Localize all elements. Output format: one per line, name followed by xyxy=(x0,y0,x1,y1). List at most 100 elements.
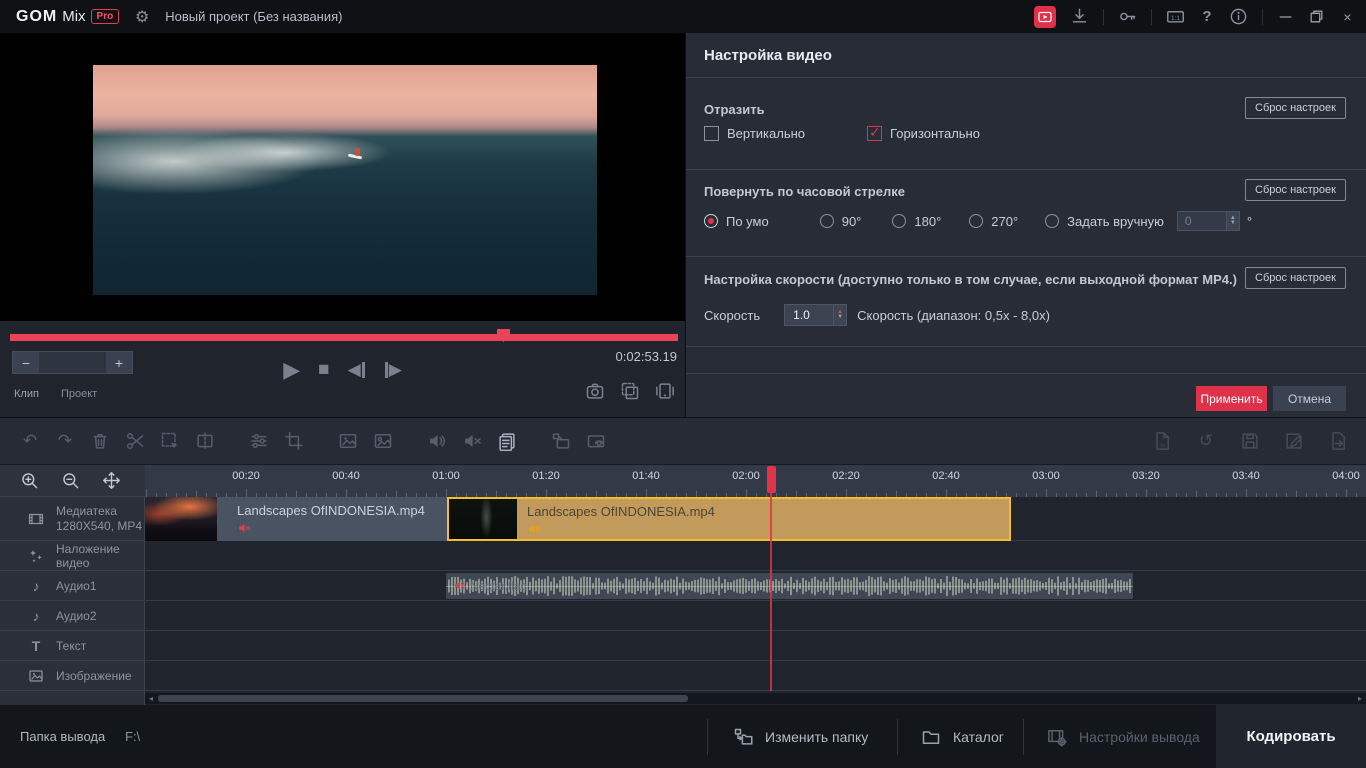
rotate-reset-button[interactable]: Сброс настроек xyxy=(1245,179,1346,201)
close-icon[interactable]: × xyxy=(1339,8,1356,25)
rotate-90-radio[interactable] xyxy=(820,214,834,228)
video-frame xyxy=(93,33,597,313)
preview-tools xyxy=(585,381,675,401)
info-icon[interactable] xyxy=(1229,7,1248,26)
next-frame-button[interactable]: ▶ xyxy=(384,360,402,380)
rotate-180-radio[interactable] xyxy=(892,214,906,228)
volume-mute-icon[interactable] xyxy=(462,431,482,451)
rotate-manual-radio[interactable] xyxy=(1045,214,1059,228)
scroll-left-arrow[interactable]: ◂ xyxy=(145,693,157,704)
seek-bar[interactable] xyxy=(10,329,678,343)
encode-button[interactable]: Кодировать xyxy=(1216,705,1366,768)
cancel-button[interactable]: Отмена xyxy=(1273,386,1346,411)
vertical-checkbox[interactable] xyxy=(704,126,719,141)
camera-snapshot-icon[interactable] xyxy=(585,381,605,401)
preview-controls: − + Клип Проект ▶ ■ ◀ ▶ 0:02:53.19 xyxy=(0,321,685,417)
prev-frame-button[interactable]: ◀ xyxy=(348,360,366,380)
flip-horizontal-option[interactable]: Горизонтально xyxy=(867,126,980,141)
zoom-out-icon[interactable] xyxy=(61,471,80,490)
speed-section-title: Настройка скорости (доступно только в то… xyxy=(704,272,1237,287)
save-icon[interactable] xyxy=(1240,431,1260,451)
track-header-overlay[interactable]: Наложение видео xyxy=(0,541,145,571)
split-clip-icon[interactable] xyxy=(195,431,215,451)
track-image-label: Изображение xyxy=(56,669,132,683)
change-folder-button[interactable]: Изменить папку xyxy=(733,705,868,768)
pip-view-icon[interactable] xyxy=(586,431,606,451)
rotate-manual-value[interactable]: 0 xyxy=(1177,211,1227,231)
playhead-handle[interactable] xyxy=(767,466,776,493)
device-preview-icon[interactable] xyxy=(655,381,675,401)
ratio-1-1-icon[interactable]: 1:1 xyxy=(1166,7,1185,26)
rotate-manual-label: Задать вручную xyxy=(1067,214,1164,229)
export-icon[interactable] xyxy=(1328,431,1348,451)
horizontal-scrollbar[interactable]: ◂ ▸ xyxy=(145,693,1366,704)
audio-clip[interactable]: Nectar,flac xyxy=(446,573,1133,599)
pip-add-icon[interactable] xyxy=(551,431,571,451)
stop-button[interactable]: ■ xyxy=(318,359,329,381)
video-clip-2-selected[interactable]: Landscapes OfINDONESIA.mp4 xyxy=(447,497,1011,541)
select-area-icon[interactable] xyxy=(160,431,180,451)
track-header-audio2[interactable]: ♪ Аудио2 xyxy=(0,601,145,631)
scrollbar-thumb[interactable] xyxy=(158,695,688,702)
clipboard-icon[interactable] xyxy=(497,431,517,451)
rotate-90-label: 90° xyxy=(842,214,862,229)
save-as-icon[interactable] xyxy=(1284,431,1304,451)
speed-value-input[interactable]: 1.0 xyxy=(784,304,834,326)
speed-spinner-arrows[interactable]: ▲▼ xyxy=(834,304,847,326)
catalog-button[interactable]: Каталог xyxy=(921,705,1004,768)
redo-icon[interactable]: ↷ xyxy=(55,431,75,451)
settings-actions: Применить Отмена xyxy=(1196,386,1346,411)
video-preview[interactable] xyxy=(0,33,685,321)
flip-vertical-option[interactable]: Вертикально xyxy=(704,126,805,141)
filter-icon[interactable] xyxy=(249,431,269,451)
muted-speaker-icon[interactable] xyxy=(237,521,251,535)
track-header-image[interactable]: Изображение xyxy=(0,661,145,691)
track-overlay-label: Наложение видео xyxy=(56,542,145,570)
undo-icon[interactable]: ↶ xyxy=(20,431,40,451)
speaker-icon[interactable] xyxy=(527,522,541,536)
crop-icon[interactable] xyxy=(284,431,304,451)
track-header-text[interactable]: T Текст xyxy=(0,631,145,661)
trash-icon[interactable] xyxy=(90,431,110,451)
rotate-270-radio[interactable] xyxy=(969,214,983,228)
compare-frames-icon[interactable] xyxy=(620,381,640,401)
track-header-media[interactable]: Медиатека 1280X540, MP4 xyxy=(0,497,145,541)
volume-icon[interactable] xyxy=(427,431,447,451)
apply-button[interactable]: Применить xyxy=(1196,386,1267,411)
film-icon xyxy=(28,511,44,527)
rotate-default-radio[interactable] xyxy=(704,214,718,228)
play-button[interactable]: ▶ xyxy=(283,357,300,383)
output-settings-button[interactable]: Настройки вывода xyxy=(1047,705,1200,768)
revert-icon[interactable]: ↺ xyxy=(1196,431,1216,451)
new-project-icon[interactable]: N xyxy=(1152,431,1172,451)
track-header-audio1[interactable]: ♪ Аудио1 xyxy=(0,571,145,601)
time-ruler[interactable]: 00:2000:4001:0001:2001:4002:0002:2002:40… xyxy=(145,465,1366,497)
horizontal-checkbox[interactable] xyxy=(867,126,882,141)
rotate-spinner-arrows[interactable]: ▲▼ xyxy=(1227,211,1240,231)
preview-tabs: Клип Проект xyxy=(14,388,97,400)
restore-icon[interactable] xyxy=(1308,8,1325,25)
minimize-icon[interactable] xyxy=(1277,8,1294,25)
scissors-icon[interactable] xyxy=(125,431,145,451)
timeline-zoom-bar xyxy=(0,465,145,497)
capture-icon[interactable] xyxy=(1034,6,1056,28)
surfer xyxy=(355,148,360,156)
playhead[interactable] xyxy=(770,466,772,691)
key-icon[interactable] xyxy=(1118,7,1137,26)
move-icon[interactable] xyxy=(102,471,121,490)
download-icon[interactable] xyxy=(1070,7,1089,26)
logo-mix: Mix xyxy=(62,8,85,25)
tab-clip[interactable]: Клип xyxy=(14,388,39,400)
image-overlay-icon[interactable] xyxy=(373,431,393,451)
image-insert-icon[interactable] xyxy=(338,431,358,451)
speed-reset-button[interactable]: Сброс настроек xyxy=(1245,267,1346,289)
zoom-in-icon[interactable] xyxy=(20,471,39,490)
help-icon[interactable]: ? xyxy=(1199,8,1215,25)
video-clip-1[interactable]: Landscapes OfINDONESIA.mp4 xyxy=(145,497,447,541)
flip-reset-button[interactable]: Сброс настроек xyxy=(1245,97,1346,119)
tab-project[interactable]: Проект xyxy=(61,388,97,400)
ruler-label: 02:00 xyxy=(732,470,760,482)
scroll-right-arrow[interactable]: ▸ xyxy=(1354,693,1366,704)
rotate-default-label: По умо xyxy=(726,214,769,229)
gear-icon[interactable]: ⚙ xyxy=(133,8,151,26)
